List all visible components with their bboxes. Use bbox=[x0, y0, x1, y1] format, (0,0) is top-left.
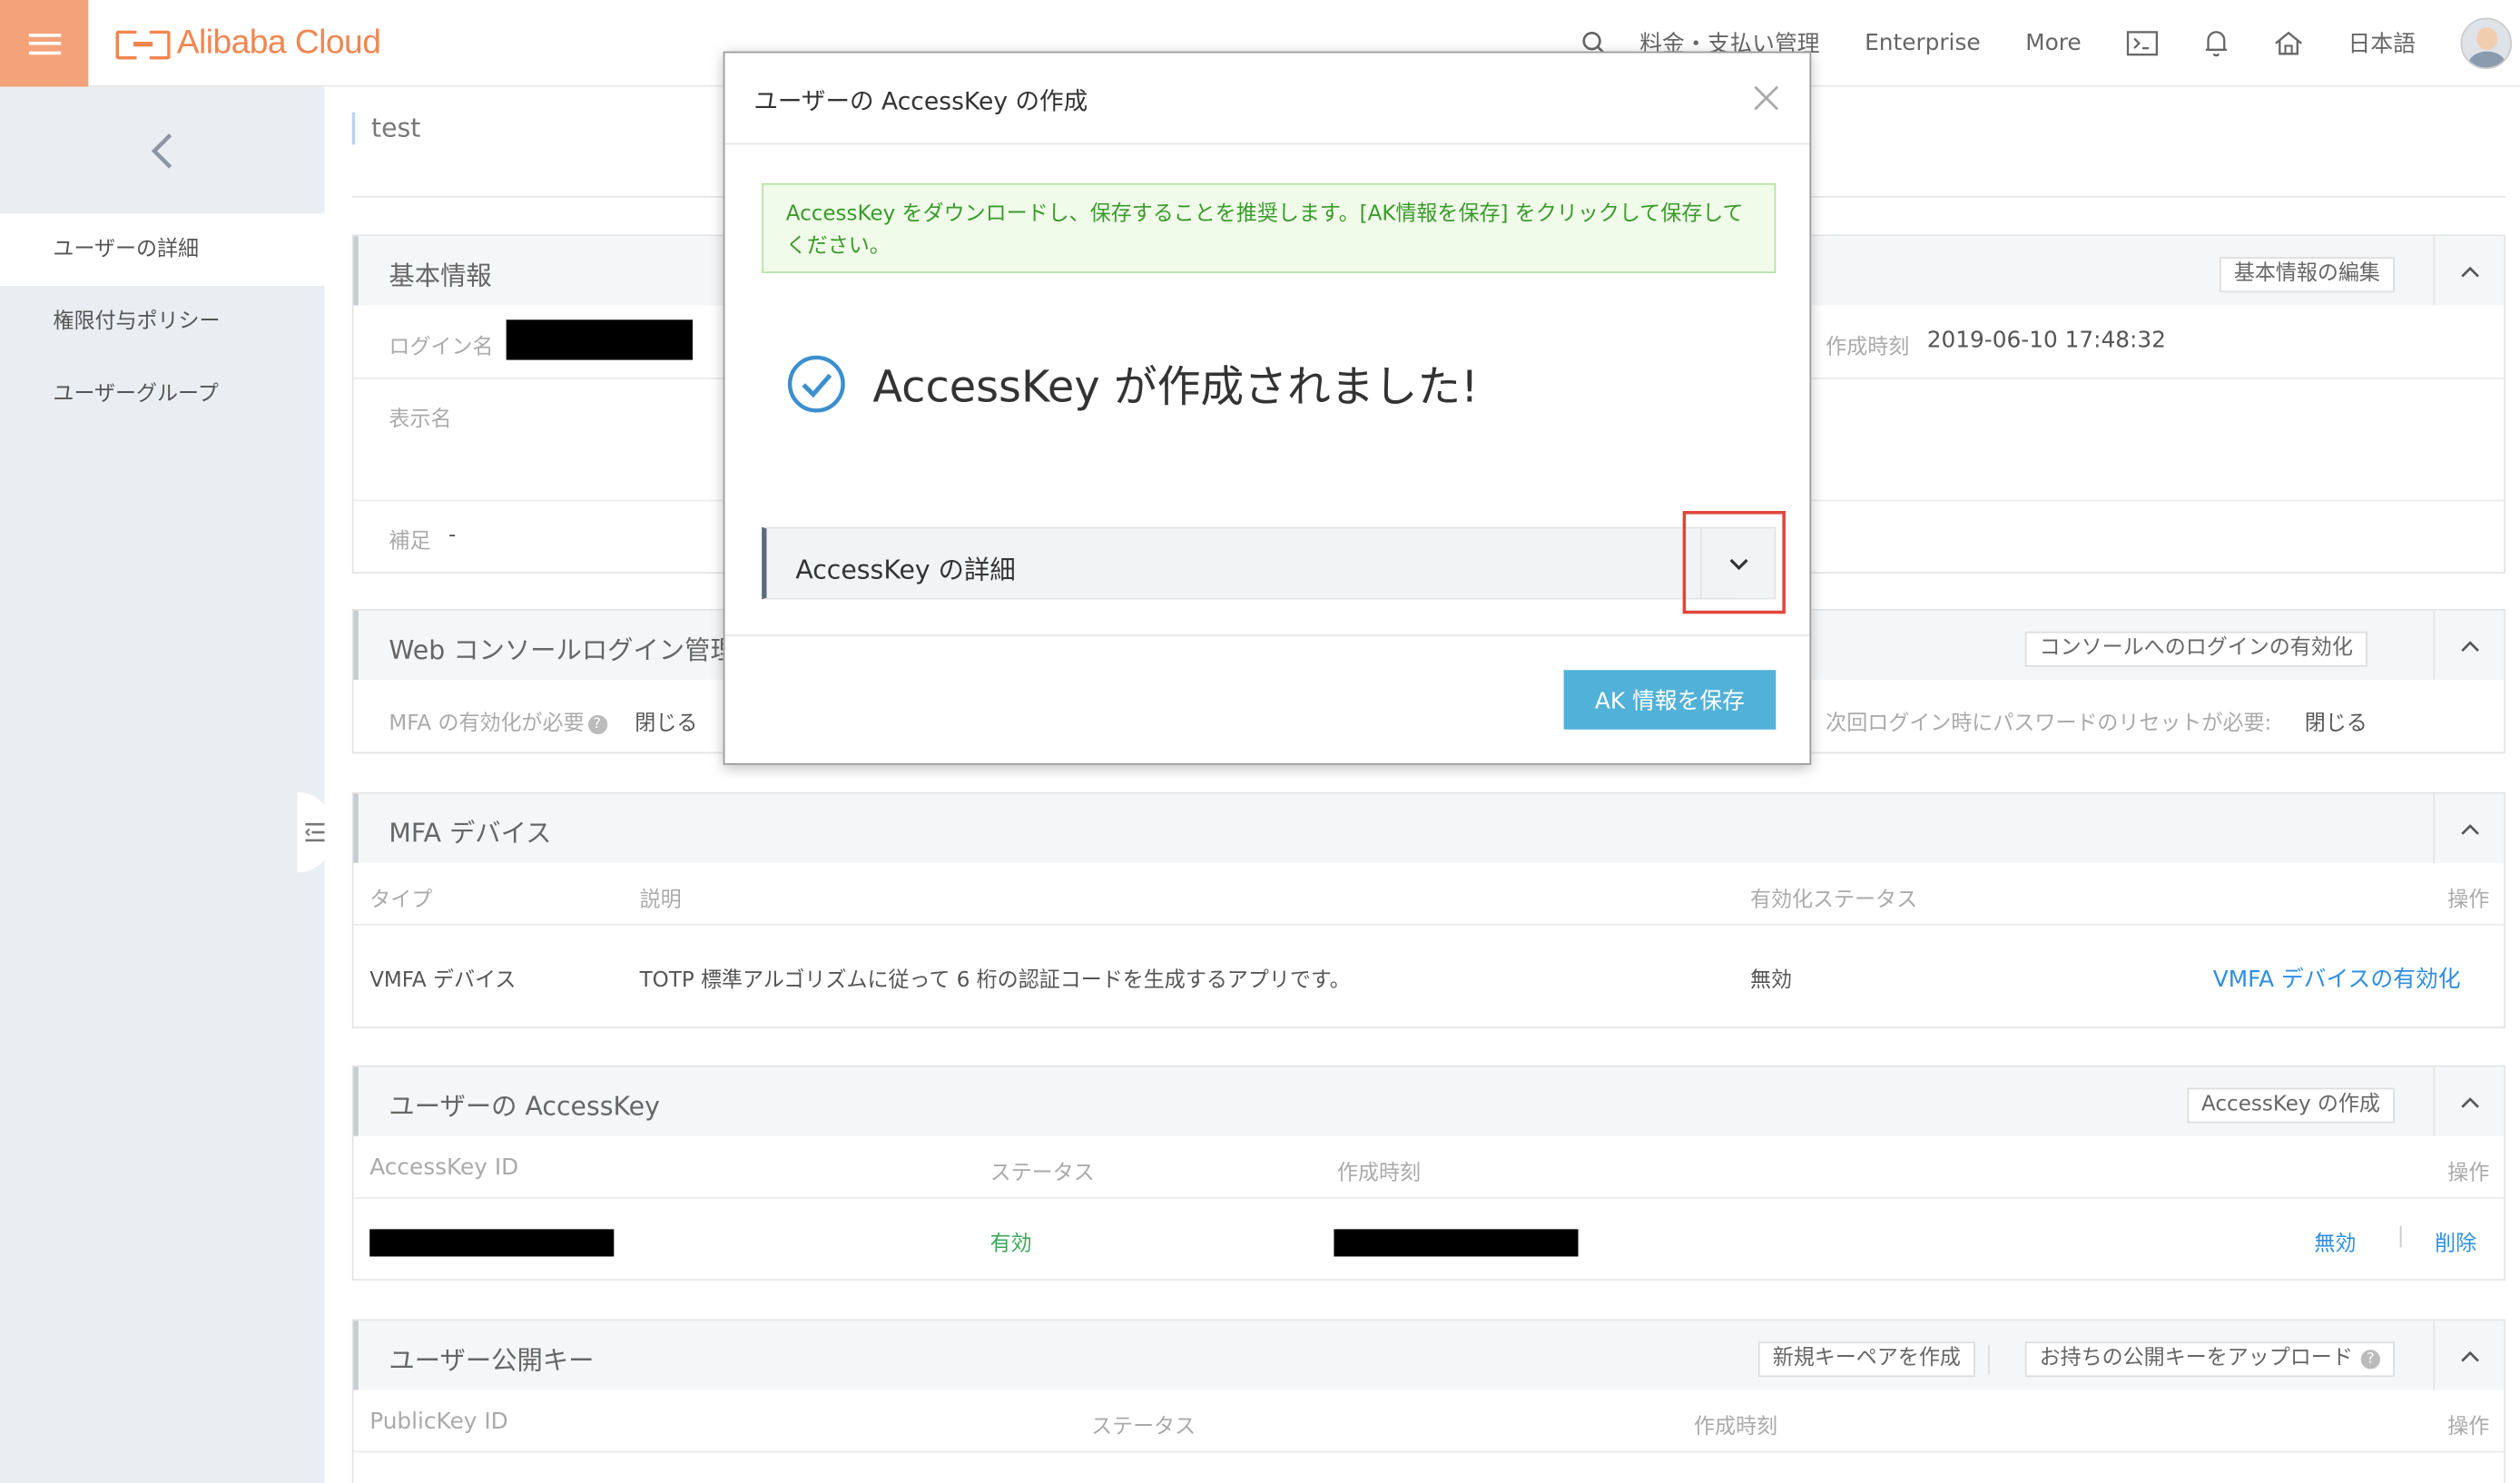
mfa-required-label: MFA の有効化が必要? bbox=[389, 705, 607, 736]
chevron-up-icon bbox=[2460, 1096, 2479, 1107]
redacted-created-time bbox=[1334, 1229, 1579, 1257]
action-separator: | bbox=[2397, 1224, 2405, 1249]
download-notice: AccessKey をダウンロードし、保存することを推奨します。[AK情報を保存… bbox=[762, 182, 1777, 273]
column-header-access-key-id: AccessKey ID bbox=[369, 1154, 519, 1182]
terminal-icon[interactable] bbox=[2126, 0, 2159, 87]
sidebar-item-policies[interactable]: 権限付与ポリシー bbox=[0, 286, 325, 358]
sidebar-back-button[interactable] bbox=[0, 87, 325, 214]
column-header-description: 説明 bbox=[639, 889, 682, 913]
access-key-header: ユーザーの AccessKey AccessKey の作成 bbox=[353, 1066, 2505, 1136]
display-name-label: 表示名 bbox=[389, 408, 452, 433]
edit-basic-info-button[interactable]: 基本情報の編集 bbox=[2219, 257, 2395, 293]
access-key-details-bar[interactable]: AccessKey の詳細 bbox=[762, 526, 1737, 600]
brand-logo[interactable]: Alibaba Cloud bbox=[115, 23, 381, 64]
alibaba-cloud-logo-icon bbox=[115, 29, 171, 60]
created-value: 2019-06-10 17:48:32 bbox=[1926, 328, 2166, 354]
enable-console-login-button[interactable]: コンソールへのログインの有効化 bbox=[2024, 631, 2367, 667]
password-reset-label: 次回ログイン時にパスワードのリセットが必要: bbox=[1826, 712, 2272, 736]
collapse-button[interactable] bbox=[2433, 236, 2504, 306]
chevron-up-icon bbox=[2460, 1350, 2479, 1361]
mfa-description: TOTP 標準アルゴリズムに従って 6 桁の認証コードを生成するアプリです。 bbox=[639, 968, 1351, 994]
delete-access-key-link[interactable]: 削除 bbox=[2435, 1226, 2476, 1257]
chevron-up-icon bbox=[2460, 265, 2479, 277]
page-title: test bbox=[351, 112, 420, 145]
mfa-device-header: MFA デバイス bbox=[353, 793, 2505, 863]
success-text: AccessKey が作成されました! bbox=[872, 363, 1479, 413]
mfa-device-title: MFA デバイス bbox=[389, 818, 552, 849]
divider bbox=[1987, 1344, 1990, 1374]
mfa-type: VMFA デバイス bbox=[369, 968, 517, 994]
nav-more[interactable]: More bbox=[2025, 0, 2081, 87]
create-access-key-button[interactable]: AccessKey の作成 bbox=[2187, 1087, 2395, 1124]
expand-details-button[interactable] bbox=[1700, 526, 1777, 600]
divider bbox=[353, 1196, 2505, 1199]
divider bbox=[353, 1450, 2505, 1453]
column-header-actions: 操作 bbox=[2447, 889, 2490, 913]
redacted-login-name bbox=[506, 319, 694, 360]
login-name-label: ログイン名 bbox=[389, 336, 494, 360]
column-header-status: ステータス bbox=[1091, 1415, 1196, 1440]
access-key-details-label: AccessKey の詳細 bbox=[795, 554, 1016, 585]
public-key-panel: ユーザー公開キー 新規キーペアを作成 お持ちの公開キーをアップロード? Publ… bbox=[351, 1319, 2506, 1483]
collapse-button[interactable] bbox=[2433, 793, 2504, 863]
access-key-title: ユーザーの AccessKey bbox=[389, 1091, 660, 1122]
public-key-header: ユーザー公開キー 新規キーペアを作成 お持ちの公開キーをアップロード? bbox=[353, 1321, 2505, 1390]
list-collapse-icon bbox=[305, 822, 325, 842]
column-header-status: 有効化ステータス bbox=[1749, 889, 1918, 913]
column-header-status: ステータス bbox=[989, 1161, 1095, 1186]
help-icon[interactable]: ? bbox=[587, 714, 607, 735]
help-icon: ? bbox=[2360, 1350, 2380, 1370]
note-label: 補足 bbox=[389, 530, 431, 555]
note-value: - bbox=[448, 524, 457, 548]
mfa-status: 無効 bbox=[1749, 968, 1793, 994]
close-icon[interactable] bbox=[1752, 83, 1781, 113]
redacted-access-key-id bbox=[369, 1229, 615, 1257]
collapse-button[interactable] bbox=[2433, 1321, 2504, 1390]
divider bbox=[353, 923, 2505, 926]
divider bbox=[724, 634, 1810, 637]
column-header-actions: 操作 bbox=[2447, 1161, 2490, 1186]
hamburger-icon bbox=[27, 33, 61, 54]
dialog-title: ユーザーの AccessKey の作成 bbox=[753, 86, 1088, 116]
enable-vmfa-link[interactable]: VMFA デバイスの有効化 bbox=[2213, 962, 2461, 994]
column-header-actions: 操作 bbox=[2447, 1415, 2490, 1440]
chevron-up-icon bbox=[2460, 640, 2479, 652]
basic-info-title: 基本情報 bbox=[389, 260, 492, 291]
new-key-pair-button[interactable]: 新規キーペアを作成 bbox=[1757, 1341, 1975, 1378]
brand-name: Alibaba Cloud bbox=[176, 24, 381, 62]
web-console-title: Web コンソールログイン管理 bbox=[389, 634, 736, 665]
column-header-created: 作成時刻 bbox=[1694, 1415, 1778, 1440]
bell-icon[interactable] bbox=[2203, 0, 2229, 87]
language-selector[interactable]: 日本語 bbox=[2348, 0, 2416, 87]
access-key-status: 有効 bbox=[989, 1232, 1032, 1257]
collapse-button[interactable] bbox=[2433, 610, 2504, 680]
check-circle-icon bbox=[787, 354, 845, 412]
chevron-up-icon bbox=[2460, 823, 2479, 834]
create-access-key-dialog: ユーザーの AccessKey の作成 AccessKey をダウンロードし、保… bbox=[723, 51, 1812, 765]
dialog-header: ユーザーの AccessKey の作成 bbox=[724, 53, 1810, 145]
disable-access-key-link[interactable]: 無効 bbox=[2314, 1226, 2356, 1257]
password-reset-value: 閉じる bbox=[2304, 712, 2367, 736]
column-header-created: 作成時刻 bbox=[1336, 1161, 1422, 1186]
chevron-down-icon bbox=[1728, 557, 1747, 570]
sidebar-item-groups[interactable]: ユーザーグループ bbox=[0, 358, 325, 431]
upload-public-key-button[interactable]: お持ちの公開キーをアップロード? bbox=[2024, 1341, 2395, 1378]
column-header-type: タイプ bbox=[369, 889, 433, 913]
access-key-panel: ユーザーの AccessKey AccessKey の作成 AccessKey … bbox=[351, 1065, 2506, 1282]
mfa-required-value: 閉じる bbox=[635, 712, 698, 736]
save-ak-info-button[interactable]: AK 情報を保存 bbox=[1563, 670, 1777, 730]
sidebar-item-user-details[interactable]: ユーザーの詳細 bbox=[0, 213, 325, 287]
chevron-left-icon bbox=[151, 133, 172, 168]
public-key-title: ユーザー公開キー bbox=[389, 1344, 595, 1376]
nav-enterprise[interactable]: Enterprise bbox=[1865, 0, 1981, 87]
avatar[interactable] bbox=[2460, 17, 2513, 70]
column-header-public-key-id: PublicKey ID bbox=[369, 1409, 508, 1435]
success-message: AccessKey が作成されました! bbox=[786, 352, 1479, 415]
collapse-button[interactable] bbox=[2433, 1066, 2504, 1136]
created-label: 作成時刻 bbox=[1826, 336, 1910, 360]
mfa-device-panel: MFA デバイス タイプ 説明 有効化ステータス 操作 VMFA デバイス TO… bbox=[351, 791, 2506, 1029]
menu-button[interactable] bbox=[0, 0, 89, 87]
home-icon[interactable] bbox=[2274, 0, 2303, 87]
sidebar: ユーザーの詳細 権限付与ポリシー ユーザーグループ bbox=[0, 86, 325, 1483]
